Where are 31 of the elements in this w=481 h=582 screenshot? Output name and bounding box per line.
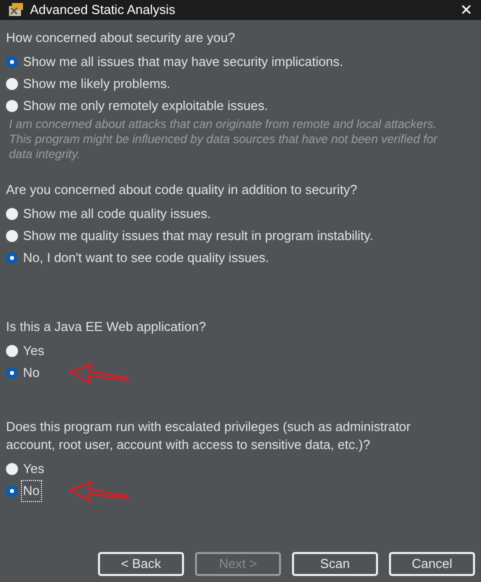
radio-button[interactable] (6, 252, 18, 264)
window-title: Advanced Static Analysis (30, 1, 176, 20)
radio-label[interactable]: Yes (22, 459, 46, 479)
question-text: Are you concerned about code quality in addition to security? (6, 181, 358, 199)
radio-label[interactable]: No (22, 481, 41, 501)
radio-button[interactable] (6, 367, 18, 379)
radio-label[interactable]: Show me likely problems. (22, 74, 172, 94)
dialog-button[interactable]: Cancel (389, 552, 475, 576)
radio-label[interactable]: Show me all code quality issues. (22, 204, 212, 224)
radio-label[interactable]: Show me only remotely exploitable issues. (22, 96, 269, 116)
radio-button[interactable] (6, 100, 18, 112)
radio-button[interactable] (6, 208, 18, 220)
radio-label[interactable]: No, I don't want to see code quality issues. (22, 248, 270, 268)
radio-label[interactable]: No (22, 363, 41, 383)
radio-button[interactable] (6, 56, 18, 68)
radio-button[interactable] (6, 463, 18, 475)
dialog-button[interactable]: < Back (98, 552, 184, 576)
question-text: Is this a Java EE Web application? (6, 318, 207, 336)
radio-label[interactable]: Show me quality issues that may result in program instability. (22, 226, 374, 246)
dialog-button[interactable]: Scan (292, 552, 378, 576)
radio-button[interactable] (6, 78, 18, 90)
close-button[interactable]: ✕ (460, 2, 473, 18)
radio-button[interactable] (6, 230, 18, 242)
radio-button[interactable] (6, 485, 18, 497)
question-text: Does this program run with escalated privileges (such as administrator account, root user, account with access to sensitive data, etc.)? (6, 418, 412, 454)
note-text: I am concerned about attacks that can originate from remote and local attackers. This program might be influenced by data sources that have not been verified for data integrity. (8, 117, 439, 162)
radio-label[interactable]: Yes (22, 341, 46, 361)
radio-label[interactable]: Show me all issues that may have security implications. (22, 52, 344, 72)
app-icon (8, 3, 24, 17)
radio-button[interactable] (6, 345, 18, 357)
question-text: How concerned about security are you? (6, 29, 236, 47)
